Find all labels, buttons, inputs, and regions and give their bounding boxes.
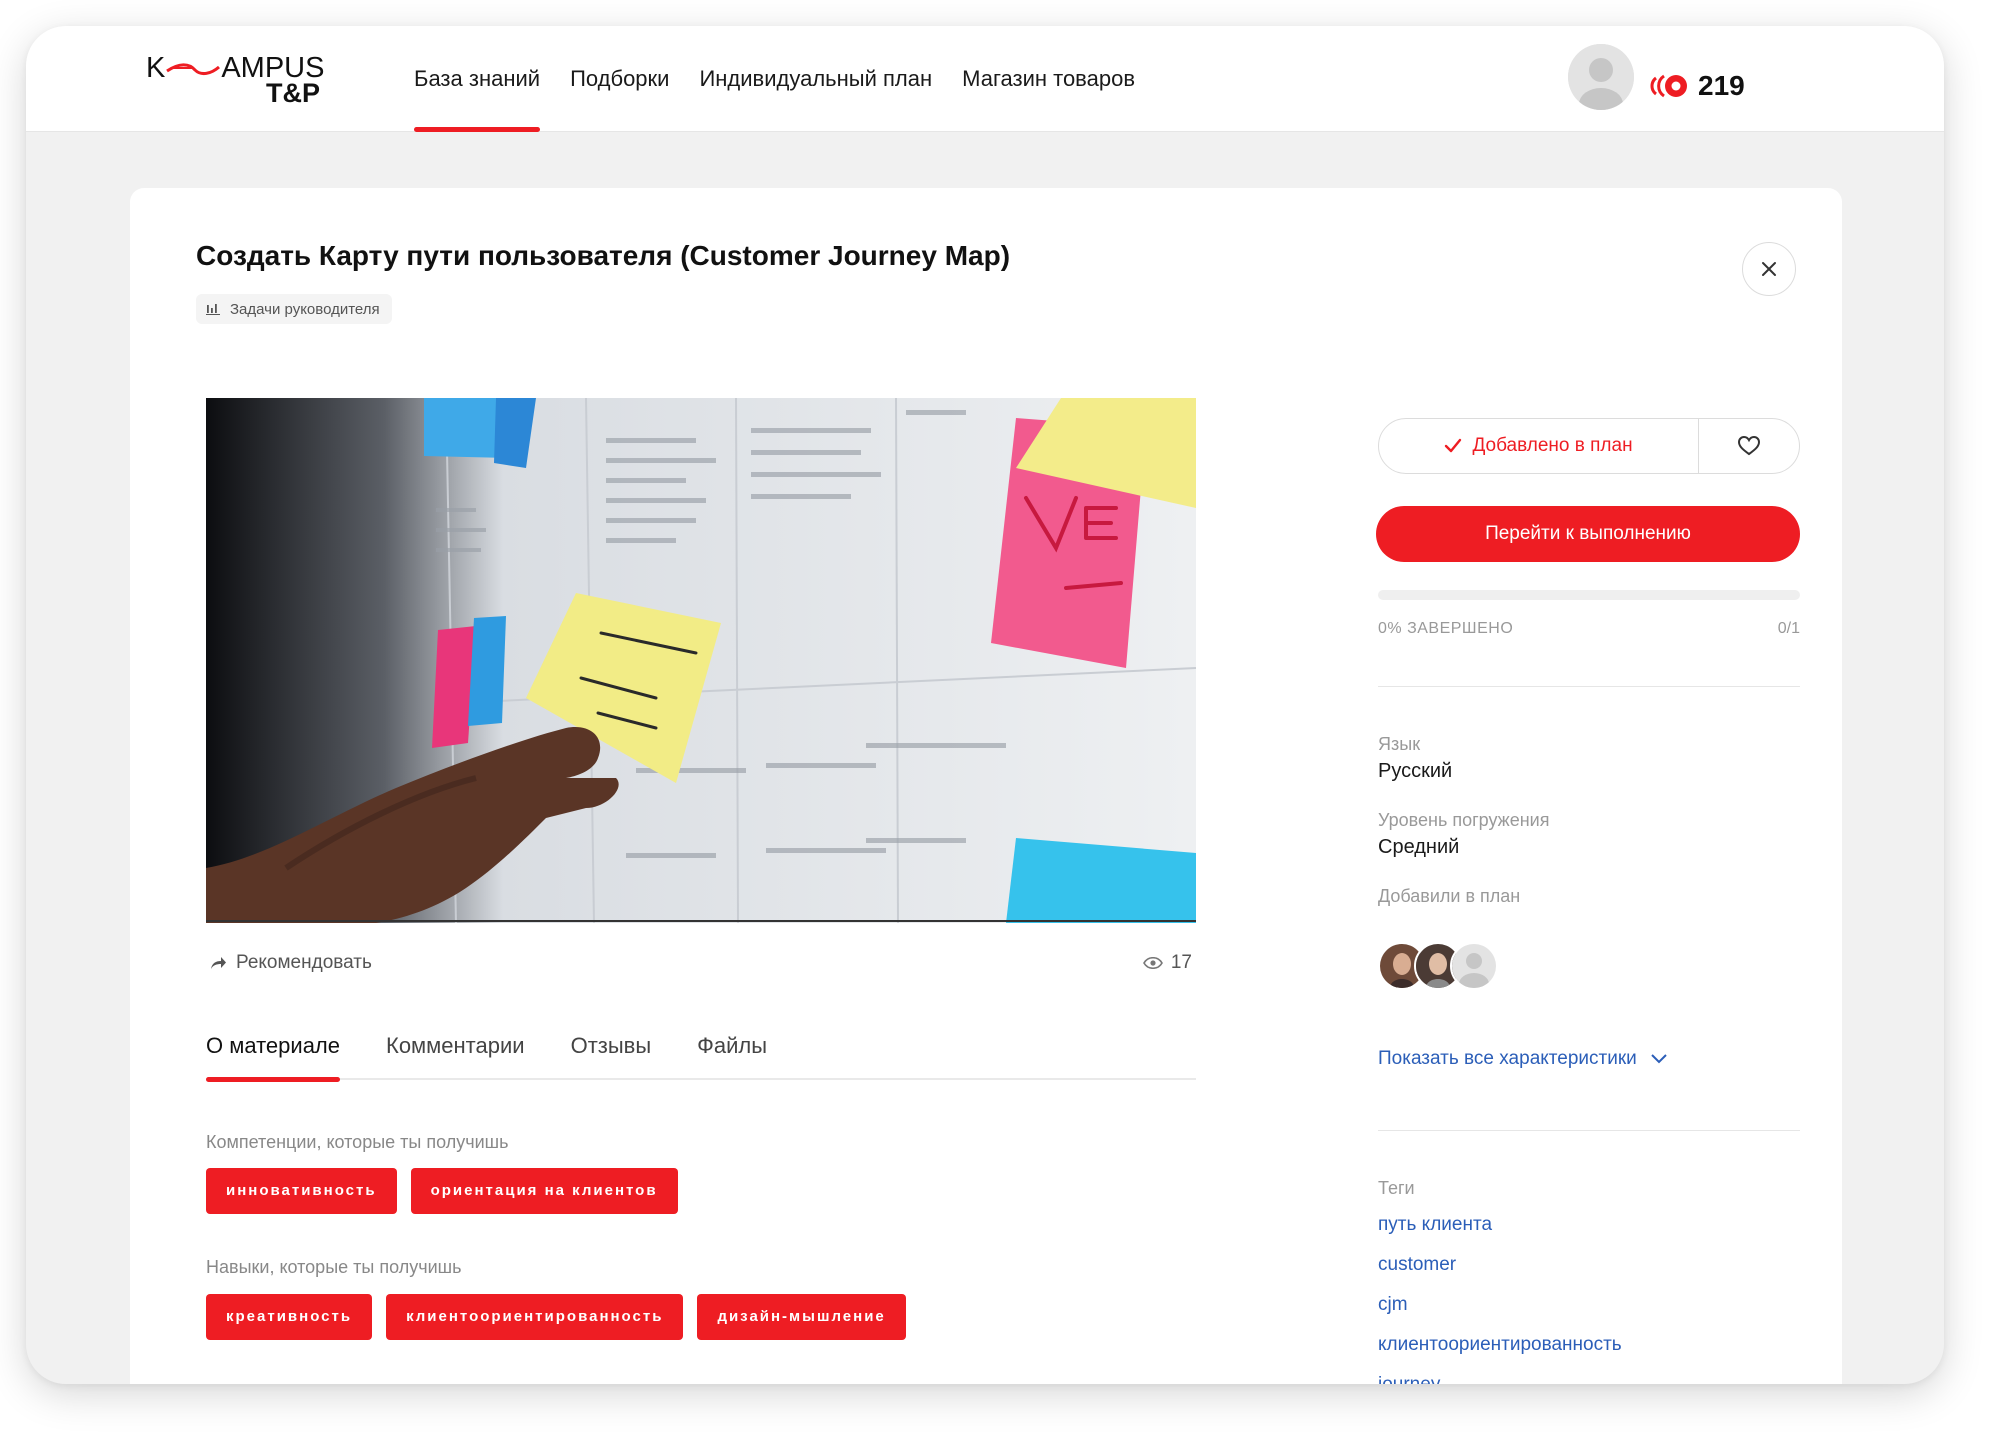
tag-link[interactable]: journey — [1378, 1374, 1440, 1384]
material-title: Создать Карту пути пользователя (Custome… — [196, 240, 1011, 271]
logo-letter: K — [146, 52, 166, 84]
kampus-logo[interactable]: K AMPUS T&P — [146, 52, 346, 112]
progress-text: 0% ЗАВЕРШЕНО — [1378, 620, 1514, 637]
avatar — [1450, 942, 1498, 990]
competencies-label: Компетенции, которые ты получишь — [206, 1132, 509, 1152]
competency-chip[interactable]: ориентация на клиентов — [410, 1168, 678, 1214]
close-icon — [1762, 262, 1776, 276]
coin-balance[interactable]: 219 — [1648, 70, 1745, 102]
added-to-plan-button[interactable]: Добавлено в план — [1379, 419, 1699, 473]
top-navigation-bar: K AMPUS T&P База знаний Подборки Индивиду… — [26, 26, 1944, 132]
tags-label: Теги — [1378, 1178, 1415, 1198]
progress-bar — [1378, 590, 1800, 600]
heart-icon — [1738, 436, 1760, 456]
nav-knowledge-base[interactable]: База знаний — [414, 26, 541, 132]
user-placeholder-icon — [1568, 44, 1634, 110]
tab-reviews[interactable]: Отзывы — [571, 1026, 652, 1080]
added-by-avatars[interactable] — [1378, 942, 1508, 990]
recommend-label: Рекомендовать — [236, 952, 372, 973]
chevron-down-icon — [1651, 1054, 1667, 1064]
skill-chip[interactable]: креативность — [206, 1294, 373, 1340]
nav-store[interactable]: Магазин товаров — [962, 26, 1135, 132]
divider — [1378, 1130, 1800, 1131]
tab-about[interactable]: О материале — [206, 1026, 340, 1082]
material-tabs: О материале Комментарии Отзывы Файлы — [206, 1026, 1196, 1082]
main-nav: База знаний Подборки Индивидуальный план… — [414, 26, 1135, 132]
skills-list: креативность клиентоориентированность ди… — [206, 1294, 906, 1340]
added-to-plan-label: Добавлено в план — [1472, 435, 1633, 456]
language-value: Русский — [1378, 760, 1453, 782]
nav-collections[interactable]: Подборки — [570, 26, 669, 132]
actions-row: Рекомендовать 17 — [210, 948, 1192, 978]
coin-count: 219 — [1698, 70, 1745, 101]
tab-comments[interactable]: Комментарии — [386, 1026, 525, 1080]
recommend-button[interactable]: Рекомендовать — [210, 952, 372, 974]
start-button[interactable]: Перейти к выполнению — [1376, 506, 1800, 562]
tab-files[interactable]: Файлы — [697, 1026, 767, 1080]
chart-icon — [206, 304, 220, 315]
tag-link[interactable]: customer — [1378, 1254, 1456, 1276]
category-label: Задачи руководителя — [230, 300, 380, 318]
share-icon — [211, 957, 226, 969]
added-by-label: Добавили в план — [1378, 886, 1521, 906]
journey-map-photo — [206, 398, 1196, 923]
progress-count: 0/1 — [1777, 620, 1800, 637]
tag-link[interactable]: cjm — [1378, 1294, 1408, 1316]
level-value: Средний — [1378, 836, 1460, 858]
app-window: K AMPUS T&P База знаний Подборки Индивиду… — [26, 26, 1944, 1384]
favorite-button[interactable] — [1699, 419, 1799, 473]
view-count: 17 — [1170, 952, 1192, 973]
plan-actions: Добавлено в план — [1378, 418, 1800, 474]
show-all-label: Показать все характеристики — [1378, 1048, 1637, 1069]
nav-individual-plan[interactable]: Индивидуальный план — [699, 26, 932, 132]
skills-label: Навыки, которые ты получишь — [206, 1257, 462, 1277]
coin-icon — [1650, 74, 1687, 98]
category-badge[interactable]: Задачи руководителя — [196, 294, 392, 324]
logo-swoosh-icon — [166, 63, 221, 76]
tag-link[interactable]: клиентоориентированность — [1378, 1334, 1622, 1356]
material-card: Создать Карту пути пользователя (Custome… — [130, 188, 1842, 1384]
view-counter: 17 — [1142, 952, 1192, 974]
competencies-list: инновативность ориентация на клиентов — [206, 1168, 678, 1214]
close-button[interactable] — [1742, 242, 1796, 296]
logo-subtitle: T&P — [266, 78, 320, 108]
divider — [1378, 686, 1800, 687]
skill-chip[interactable]: дизайн-мышление — [697, 1294, 906, 1340]
user-avatar[interactable] — [1568, 44, 1634, 110]
skill-chip[interactable]: клиентоориентированность — [386, 1294, 684, 1340]
level-label: Уровень погружения — [1378, 810, 1550, 830]
check-icon — [1445, 438, 1462, 453]
language-label: Язык — [1378, 734, 1421, 754]
material-cover-image — [206, 398, 1196, 923]
competency-chip[interactable]: инновативность — [206, 1168, 397, 1214]
show-all-characteristics[interactable]: Показать все характеристики — [1378, 1048, 1667, 1070]
eye-icon — [1142, 957, 1163, 969]
tag-link[interactable]: путь клиента — [1378, 1214, 1492, 1236]
